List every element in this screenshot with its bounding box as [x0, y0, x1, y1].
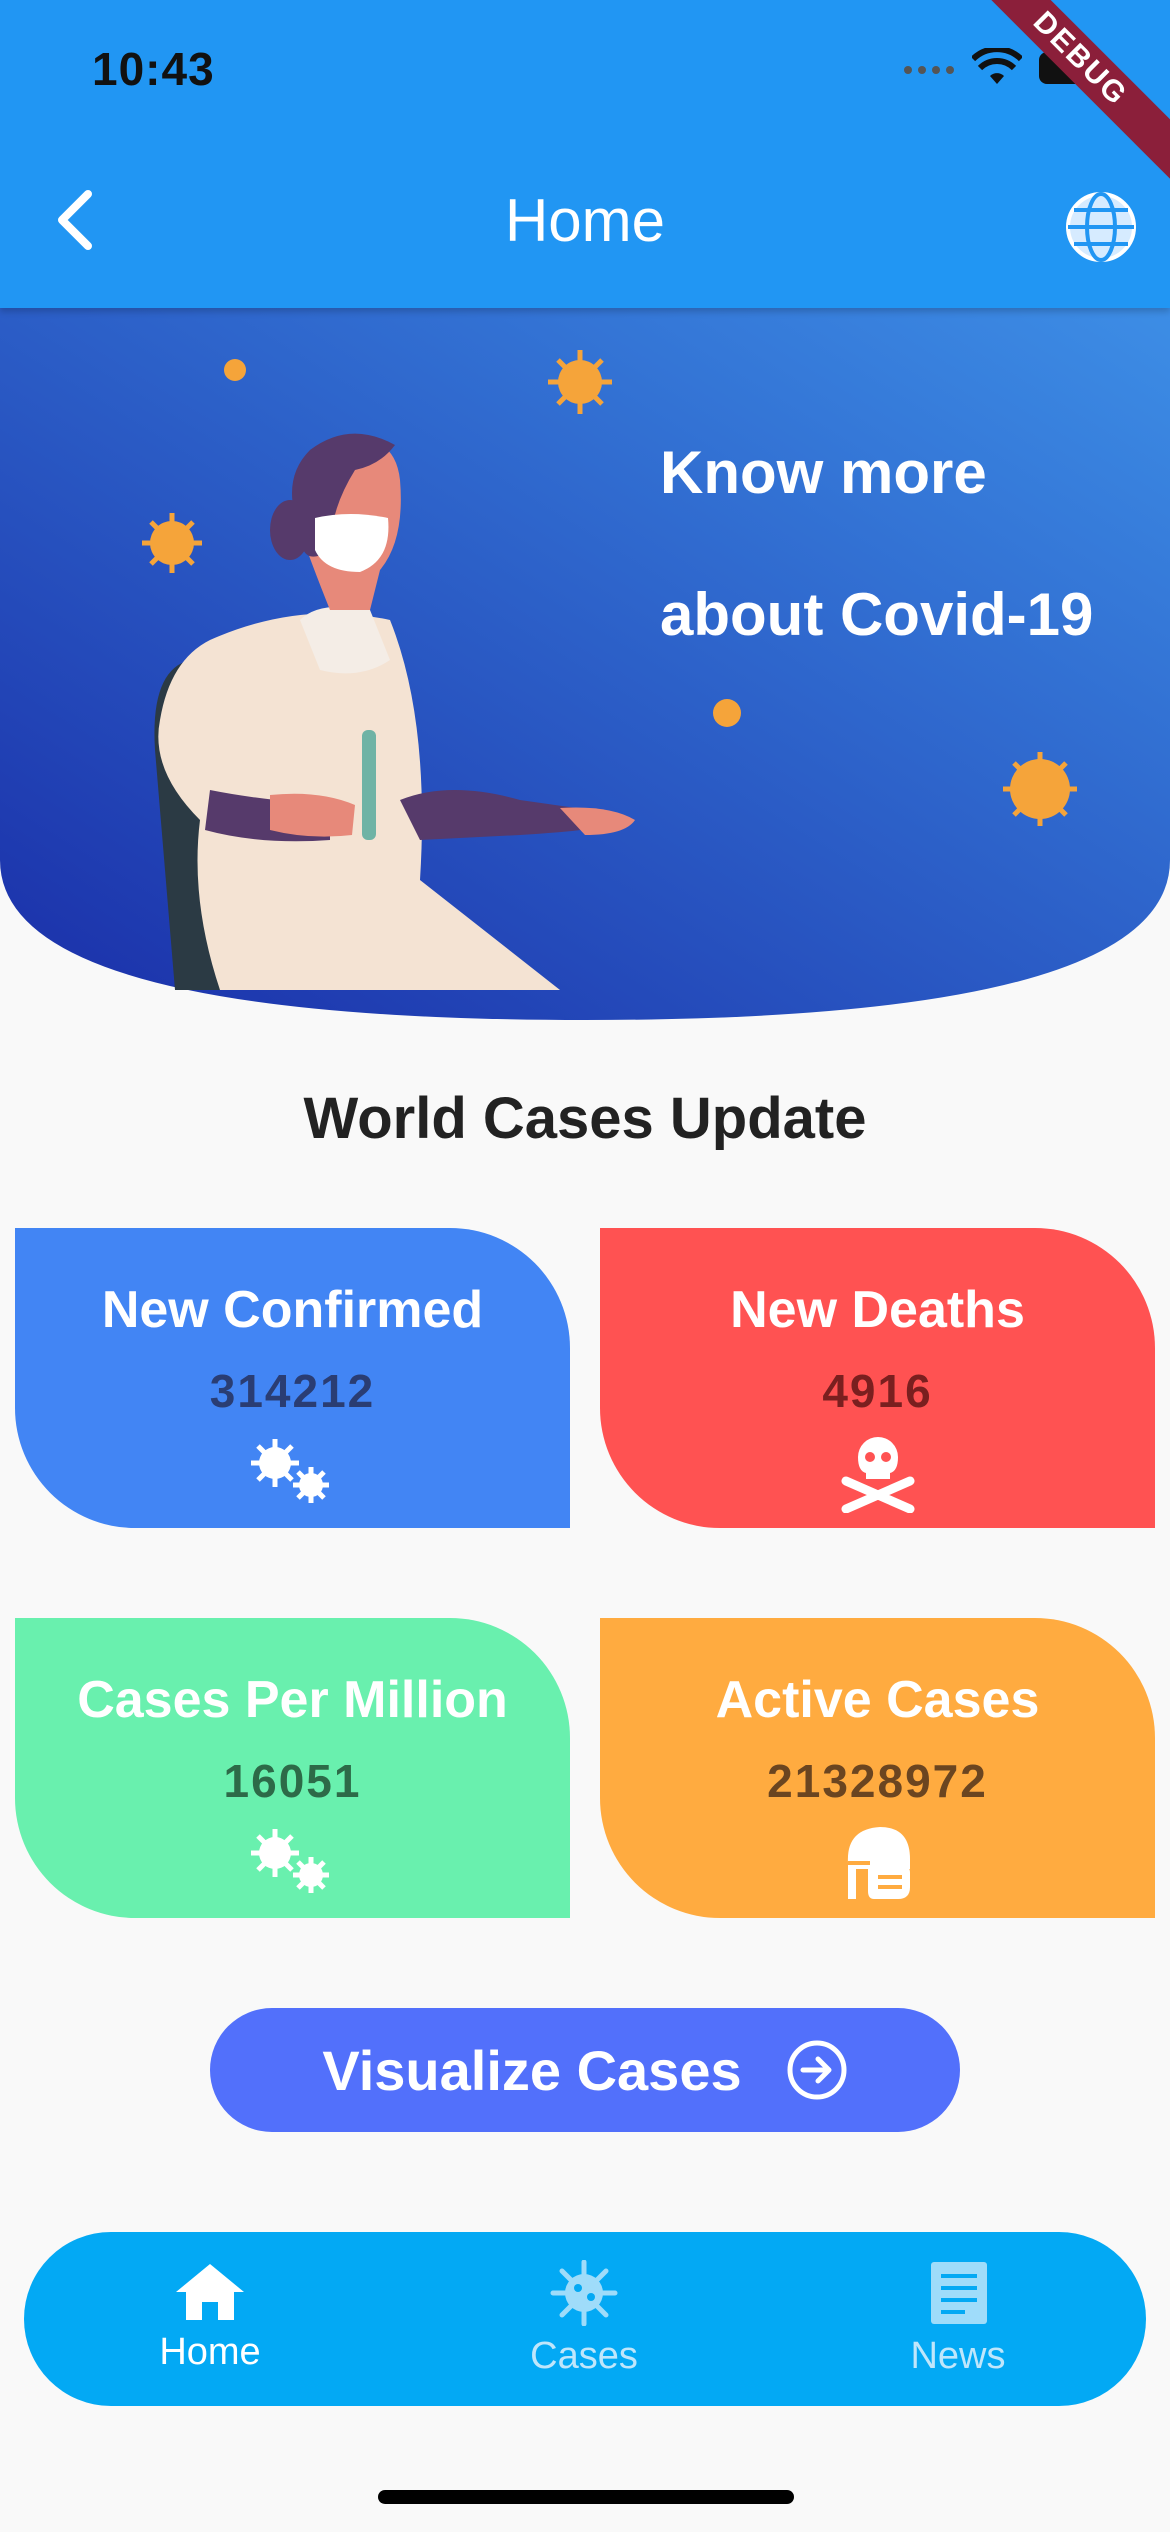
page-title: Home: [504, 187, 666, 254]
virus-cluster-icon: [250, 1829, 329, 1893]
banner-text-line2: about Covid-19: [660, 581, 1094, 648]
card-value: 314212: [209, 1365, 376, 1417]
card-value: 16051: [223, 1755, 362, 1807]
cellular-signal-icon: [904, 66, 954, 74]
nav-label-news: News: [910, 2335, 1006, 2377]
new-confirmed-card[interactable]: New Confirmed 314212: [15, 1228, 570, 1528]
visualize-cases-button[interactable]: Visualize Cases: [210, 2008, 960, 2132]
active-cases-card[interactable]: Active Cases 21328972: [600, 1618, 1155, 1918]
virus-cluster-icon: [250, 1439, 329, 1503]
newspaper-icon: [931, 2262, 987, 2324]
card-value: 21328972: [767, 1755, 988, 1807]
status-time: 10:43: [92, 43, 215, 95]
globe-icon: [1066, 192, 1136, 262]
nav-item-news[interactable]: News: [838, 2260, 1078, 2378]
card-label: New Confirmed: [101, 1281, 484, 1339]
card-value: 4916: [822, 1365, 933, 1417]
doctor-illustration: [0, 300, 1170, 1020]
card-label: New Deaths: [730, 1281, 1025, 1339]
arrow-circle-right-icon: [787, 2040, 847, 2100]
nav-item-home[interactable]: Home: [90, 2260, 330, 2374]
home-indicator[interactable]: [378, 2490, 794, 2504]
home-icon: [176, 2264, 244, 2320]
nav-label-cases: Cases: [530, 2335, 638, 2377]
app-bar: 10:43 Home: [0, 0, 1170, 308]
virus-icon: [550, 2259, 618, 2327]
banner-text-line1: Know more: [660, 439, 987, 506]
card-label: Active Cases: [715, 1671, 1040, 1729]
visualize-button-label: Visualize Cases: [322, 2038, 742, 2102]
hero-banner: Know more about Covid-19: [0, 300, 1170, 1020]
language-button[interactable]: [1062, 188, 1140, 266]
new-deaths-card[interactable]: New Deaths 4916: [600, 1228, 1155, 1528]
bottom-navigation: Home Cases News: [24, 2232, 1146, 2406]
section-title: World Cases Update: [303, 1086, 867, 1151]
skull-crossbones-icon: [841, 1437, 914, 1513]
cases-per-million-card[interactable]: Cases Per Million 16051: [15, 1618, 570, 1918]
nav-item-cases[interactable]: Cases: [464, 2259, 704, 2378]
wifi-icon: [972, 48, 1022, 84]
card-label: Cases Per Million: [77, 1671, 508, 1729]
masked-head-icon: [847, 1827, 910, 1899]
nav-label-home: Home: [159, 2331, 261, 2373]
